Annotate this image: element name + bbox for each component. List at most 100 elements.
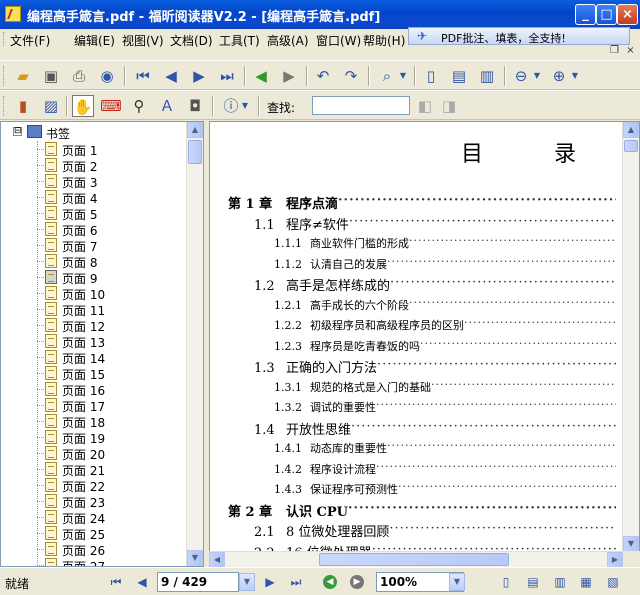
print-icon[interactable]: ⎙ [68,65,90,87]
chevron-down-icon[interactable]: ▼ [398,65,408,87]
find-prev-icon[interactable]: ◧ [414,95,436,117]
zoom-icon[interactable]: ⌕ [376,65,398,87]
info-icon[interactable]: ⓘ [220,95,242,117]
hand-tool-icon[interactable]: ✋ [72,95,94,117]
rotate-left-icon[interactable]: ↶ [312,65,334,87]
last-page-icon[interactable]: ⏭ [288,574,304,590]
toc-entry[interactable]: 1.1 程序≠软件································… [254,214,616,233]
toc-entry[interactable]: 1.3.2 调试的重要性·····························… [274,398,616,415]
open-icon[interactable]: ▰ [12,65,34,87]
menu-window[interactable]: 窗口(W) [316,32,361,49]
toc-entry[interactable]: 1.2.2 初级程序员和高级程序员的区别·····················… [274,316,616,333]
toc-entry[interactable]: 1.2.3 程序员是吃青春饭的吗·························… [274,337,616,354]
document-view[interactable]: 目 录 第 1 章程序点滴···························… [209,121,640,567]
prev-page-icon[interactable]: ◀ [160,65,182,87]
scroll-right-icon[interactable]: ▶ [607,552,623,568]
chevron-down-icon[interactable]: ▼ [532,65,542,87]
toc-entry[interactable]: 1.1.1 商业软件门槛的形成··························… [274,234,616,251]
doc-restore-button[interactable]: ❐ [608,45,621,57]
rotate-right-icon[interactable]: ↷ [340,65,362,87]
facing-icon[interactable]: ▥ [476,65,498,87]
forward-icon[interactable]: ▶ [278,65,300,87]
email-icon[interactable]: ◉ [96,65,118,87]
chevron-down-icon[interactable]: ▼ [240,95,250,117]
toolbar-separator [124,66,126,86]
toc-entry[interactable]: 2.1 8 位微处理器回顾····························… [254,521,616,540]
select-text-icon[interactable]: Ａ [156,95,178,117]
tree-line [37,149,44,150]
document-horizontal-scrollbar[interactable]: ◀ ▶ [209,551,623,568]
toc-entry[interactable]: 1.3.1 规范的格式是入门的基础························… [274,378,616,395]
menu-file[interactable]: 文件(F) [10,32,50,49]
toc-entry[interactable]: 1.4.3 保证程序可预测性···························… [274,480,616,497]
toc-entry[interactable]: 1.4.1 动态库的重要性····························… [274,439,616,456]
scroll-left-icon[interactable]: ◀ [209,552,225,568]
tree-line [37,421,44,422]
scroll-up-icon[interactable]: ▲ [187,122,203,138]
find-next-icon[interactable]: ◨ [438,95,460,117]
single-page-icon[interactable]: ▯ [420,65,442,87]
sidebar-vertical-scrollbar[interactable]: ▲ ▼ [186,122,203,566]
zoom-in-icon[interactable]: ⊕ [548,65,570,87]
bookmarks-panel-icon[interactable]: ▮ [12,95,34,117]
next-page-icon[interactable]: ▶ [188,65,210,87]
scroll-up-icon[interactable]: ▲ [623,122,639,138]
scroll-thumb[interactable] [624,140,638,152]
menu-tools[interactable]: 工具(T) [219,32,260,49]
single-page-icon[interactable]: ▯ [498,574,514,590]
menu-document[interactable]: 文档(D) [170,32,213,49]
doc-close-button[interactable]: × [624,45,637,57]
facing-icon[interactable]: ▥ [552,574,568,590]
last-page-icon[interactable]: ⏭ [216,65,238,87]
save-icon[interactable]: ▣ [40,65,62,87]
toc-entry[interactable]: 1.2.1 高手成长的六个阶段··························… [274,296,616,313]
scroll-thumb[interactable] [188,140,202,164]
chevron-down-icon[interactable]: ▼ [449,573,465,591]
menu-edit[interactable]: 编辑(E) [74,32,115,49]
scroll-thumb[interactable] [319,553,509,566]
sidebar-page-label: 页面 9 [62,272,98,286]
maximize-button[interactable]: □ [596,4,617,25]
first-page-icon[interactable]: ⏮ [132,65,154,87]
scroll-down-icon[interactable]: ▼ [623,536,639,552]
zoom-out-icon[interactable]: ⊖ [510,65,532,87]
next-page-icon[interactable]: ▶ [262,574,278,590]
toc-entry[interactable]: 1.2 高手是怎样练成的·····························… [254,275,616,294]
collapse-icon[interactable]: ⊟ [13,127,22,136]
chevron-down-icon[interactable]: ▼ [570,65,580,87]
snapshot-icon[interactable]: ◘ [184,95,206,117]
binoculars-icon[interactable]: ⚲ [128,95,150,117]
minimize-button[interactable]: _ [575,4,596,25]
toc-leader-dots: ········································… [398,480,616,493]
thumbnails-icon[interactable]: ▨ [40,95,62,117]
typewriter-icon[interactable]: ⌨ [100,95,122,117]
toc-entry[interactable]: 第 2 章认识 CPU·····························… [228,501,616,520]
menu-help[interactable]: 帮助(H) [363,32,405,49]
page-number-field[interactable]: 9 / 429 [157,572,239,592]
chevron-down-icon[interactable]: ▼ [239,573,255,591]
scroll-down-icon[interactable]: ▼ [187,550,203,566]
page-icon [45,542,57,556]
document-vertical-scrollbar[interactable]: ▲ ▼ [622,122,639,552]
continuous-icon[interactable]: ▤ [525,574,541,590]
back-icon[interactable]: ◀ [250,65,272,87]
forward-icon[interactable]: ▶ [350,575,364,589]
back-icon[interactable]: ◀ [323,575,337,589]
toc-text: 8 位微处理器回顾 [286,525,390,540]
split-view-icon[interactable]: ▧ [605,574,621,590]
promo-banner[interactable]: ✈ PDF批注、填表，全支持! [408,27,630,45]
toc-leader-dots: ········································… [338,193,616,208]
toc-entry[interactable]: 1.1.2 认清自己的发展····························… [274,255,616,272]
continuous-facing-icon[interactable]: ▦ [578,574,594,590]
toc-entry[interactable]: 1.3 正确的入门方法······························… [254,357,616,376]
menu-view[interactable]: 视图(V) [122,32,164,49]
toc-entry[interactable]: 1.4.2 程序设计流程·····························… [274,460,616,477]
toc-entry[interactable]: 1.4 开放性思维································… [254,419,616,438]
menu-advanced[interactable]: 高级(A) [267,32,309,49]
close-button[interactable]: × [617,4,638,25]
find-input[interactable] [312,96,410,115]
prev-page-icon[interactable]: ◀ [134,574,150,590]
toc-entry[interactable]: 第 1 章程序点滴·······························… [228,193,616,212]
first-page-icon[interactable]: ⏮ [108,574,124,590]
continuous-icon[interactable]: ▤ [448,65,470,87]
